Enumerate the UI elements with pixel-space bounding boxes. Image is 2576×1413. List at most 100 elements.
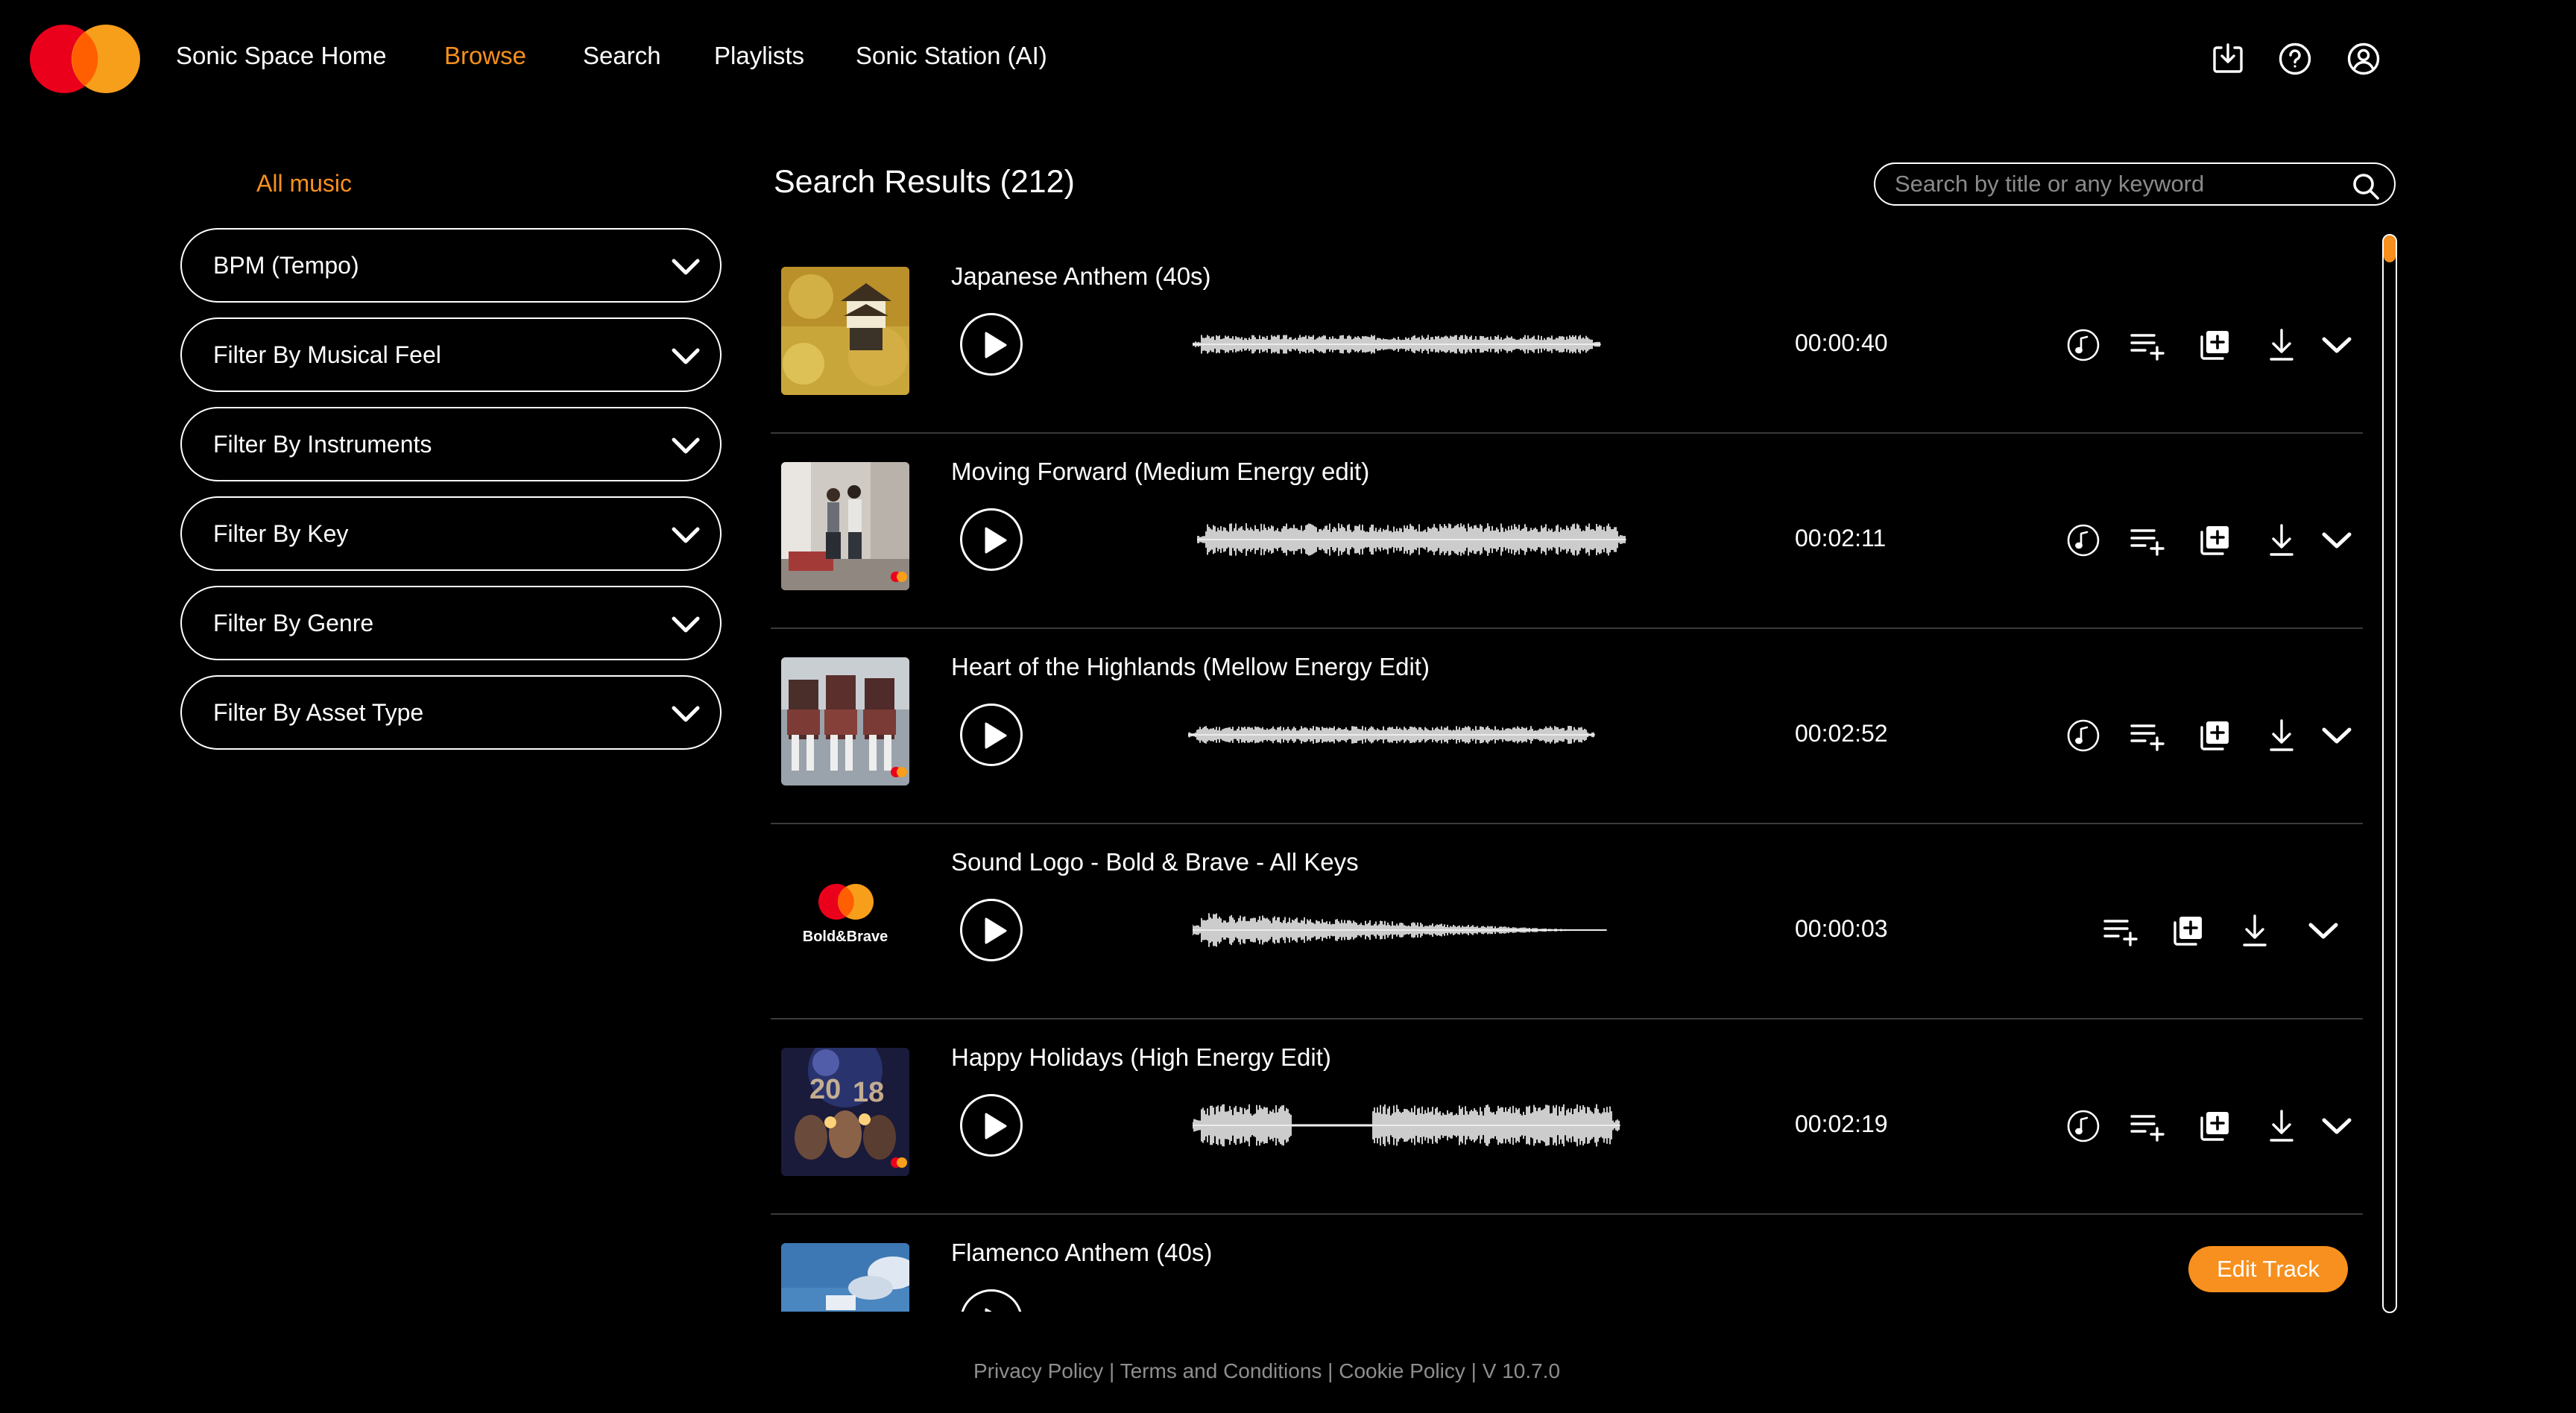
track-thumbnail[interactable]: Bold&Brave (781, 853, 909, 981)
add-to-playlist-icon[interactable] (2129, 326, 2166, 364)
waveform[interactable] (1193, 900, 1607, 960)
music-note-icon[interactable] (2065, 522, 2102, 559)
play-icon (985, 332, 1007, 358)
nav-sonic-station[interactable]: Sonic Station (AI) (856, 42, 1047, 70)
track-duration: 00:00:40 (1795, 329, 1888, 356)
add-to-playlist-icon[interactable] (2129, 1107, 2166, 1145)
bold-brave-text: Bold&Brave (803, 929, 888, 945)
play-icon (985, 527, 1007, 554)
filter-label: Filter By Musical Feel (213, 341, 441, 368)
waveform[interactable] (1193, 314, 1601, 374)
download-icon[interactable] (2263, 522, 2300, 559)
add-to-collection-icon[interactable] (2196, 326, 2233, 364)
track-thumbnail[interactable] (781, 462, 909, 590)
filter-genre-dropdown[interactable]: Filter By Genre (180, 586, 722, 660)
filter-label: Filter By Instruments (213, 430, 432, 458)
track-thumbnail[interactable] (781, 1243, 909, 1312)
chevron-down-icon (672, 348, 700, 364)
music-note-icon[interactable] (2065, 1107, 2102, 1145)
track-title[interactable]: Heart of the Highlands (Mellow Energy Ed… (951, 653, 1430, 681)
waveform[interactable] (1188, 705, 1595, 765)
all-music-link[interactable]: All music (256, 170, 352, 197)
nav-search[interactable]: Search (583, 42, 661, 70)
filter-bpm-dropdown[interactable]: BPM (Tempo) (180, 228, 722, 303)
results-list: Japanese Anthem (40s) 00:00:40 Moving Fo… (771, 238, 2363, 1312)
version-label: V 10.7.0 (1482, 1359, 1561, 1382)
results-scrollbar[interactable] (2382, 234, 2397, 1313)
edit-track-button[interactable]: Edit Track (2188, 1246, 2348, 1292)
download-icon[interactable] (2263, 717, 2300, 754)
add-to-playlist-icon[interactable] (2102, 912, 2139, 949)
waveform[interactable] (1193, 1096, 1620, 1155)
music-note-icon[interactable] (2065, 326, 2102, 364)
nav-playlists[interactable]: Playlists (714, 42, 804, 70)
play-button[interactable] (960, 899, 1023, 961)
chevron-down-icon[interactable] (2318, 717, 2355, 754)
filter-musical-feel-dropdown[interactable]: Filter By Musical Feel (180, 317, 722, 392)
add-to-collection-icon[interactable] (2196, 717, 2233, 754)
play-button[interactable] (960, 1289, 1023, 1312)
mastercard-logo-icon[interactable] (30, 25, 140, 93)
track-title[interactable]: Moving Forward (Medium Energy edit) (951, 458, 1369, 486)
play-icon (985, 917, 1007, 944)
track-title[interactable]: Flamenco Anthem (40s) (951, 1239, 1212, 1267)
filter-instruments-dropdown[interactable]: Filter By Instruments (180, 407, 722, 481)
play-button[interactable] (960, 704, 1023, 766)
waveform[interactable] (1197, 510, 1626, 569)
track-thumbnail[interactable] (781, 267, 909, 395)
download-icon[interactable] (2263, 1107, 2300, 1145)
add-to-collection-icon[interactable] (2196, 522, 2233, 559)
chevron-down-icon[interactable] (2318, 326, 2355, 364)
chevron-down-icon[interactable] (2305, 912, 2342, 949)
svg-text:20: 20 (809, 1074, 841, 1105)
footer: Privacy Policy | Terms and Conditions | … (973, 1359, 1560, 1383)
chevron-down-icon (672, 616, 700, 633)
search-box (1874, 162, 2396, 206)
chevron-down-icon (672, 527, 700, 543)
results-scrollbar-thumb[interactable] (2384, 236, 2396, 262)
filter-label: Filter By Key (213, 519, 349, 547)
search-icon[interactable] (2351, 171, 2381, 201)
cookie-policy-link[interactable]: Cookie Policy (1339, 1359, 1465, 1382)
track-title[interactable]: Japanese Anthem (40s) (951, 262, 1211, 291)
results-title: Search Results (212) (774, 164, 1075, 200)
play-button[interactable] (960, 1094, 1023, 1157)
svg-text:18: 18 (853, 1077, 884, 1108)
filter-label: Filter By Asset Type (213, 698, 424, 726)
chevron-down-icon[interactable] (2318, 1107, 2355, 1145)
nav-sonic-space-home[interactable]: Sonic Space Home (176, 42, 386, 70)
play-icon (985, 1113, 1007, 1139)
download-icon[interactable] (2236, 912, 2273, 949)
account-icon[interactable] (2346, 42, 2381, 76)
terms-link[interactable]: Terms and Conditions (1120, 1359, 1322, 1382)
filter-label: Filter By Genre (213, 609, 374, 636)
chevron-down-icon[interactable] (2318, 522, 2355, 559)
track-title[interactable]: Sound Logo - Bold & Brave - All Keys (951, 848, 1359, 876)
track-thumbnail[interactable]: 20 18 (781, 1048, 909, 1176)
add-to-collection-icon[interactable] (2196, 1107, 2233, 1145)
nav-browse[interactable]: Browse (444, 42, 526, 70)
play-button[interactable] (960, 313, 1023, 376)
filter-key-dropdown[interactable]: Filter By Key (180, 496, 722, 571)
music-note-icon[interactable] (2065, 717, 2102, 754)
search-input[interactable] (1893, 168, 2326, 200)
footer-separator: | (1103, 1359, 1120, 1382)
privacy-policy-link[interactable]: Privacy Policy (973, 1359, 1103, 1382)
track-thumbnail[interactable] (781, 657, 909, 785)
track-duration: 00:02:52 (1795, 720, 1888, 747)
track-row: Moving Forward (Medium Energy edit) 00:0… (771, 434, 2363, 629)
add-to-playlist-icon[interactable] (2129, 522, 2166, 559)
track-row: Heart of the Highlands (Mellow Energy Ed… (771, 629, 2363, 824)
track-title[interactable]: Happy Holidays (High Energy Edit) (951, 1043, 1331, 1072)
filter-asset-type-dropdown[interactable]: Filter By Asset Type (180, 675, 722, 750)
add-to-collection-icon[interactable] (2169, 912, 2206, 949)
footer-separator: | (1322, 1359, 1339, 1382)
play-icon (985, 722, 1007, 749)
track-row: Flamenco Anthem (40s) Edit Track (771, 1215, 2363, 1312)
download-tray-icon[interactable] (2211, 42, 2245, 76)
add-to-playlist-icon[interactable] (2129, 717, 2166, 754)
chevron-down-icon (672, 259, 700, 275)
play-button[interactable] (960, 508, 1023, 571)
download-icon[interactable] (2263, 326, 2300, 364)
help-icon[interactable] (2278, 42, 2312, 76)
